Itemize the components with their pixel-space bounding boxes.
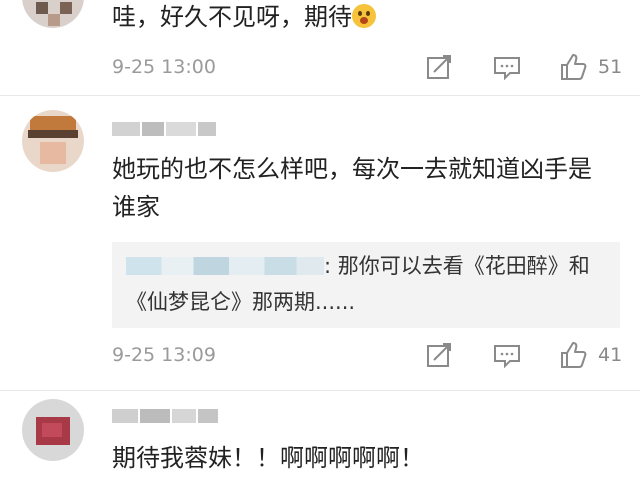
- comment-text: 期待我蓉妹！！啊啊啊啊啊！: [112, 444, 424, 472]
- username[interactable]: [112, 407, 218, 425]
- avatar[interactable]: [22, 399, 84, 461]
- reply-username[interactable]: [126, 257, 324, 275]
- reply-box[interactable]: : 那你可以去看《花田醉》和《仙梦昆仑》那两期......: [112, 242, 620, 328]
- comment-meta: 9-25 13:09 41: [112, 340, 622, 370]
- share-icon[interactable]: [424, 340, 454, 370]
- username[interactable]: [112, 120, 216, 138]
- scared-face-icon: [352, 4, 376, 28]
- thumbs-up-icon[interactable]: [558, 340, 588, 370]
- thumbs-up-icon[interactable]: [558, 52, 588, 82]
- comment-icon[interactable]: [492, 340, 522, 370]
- comment-item: 她玩的也不怎么样吧，每次一去就知道凶手是谁家 : 那你可以去看《花田醉》和《仙梦…: [0, 96, 640, 396]
- reply-text: : 那你可以去看《花田醉》和《仙梦昆仑》那两期......: [126, 254, 590, 314]
- comment-text: 她玩的也不怎么样吧，每次一去就知道凶手是谁家: [112, 155, 592, 221]
- avatar[interactable]: [22, 0, 84, 28]
- comment-item: 期待我蓉妹！！啊啊啊啊啊！: [0, 391, 640, 477]
- comment-time: 9-25 13:09: [112, 344, 216, 366]
- comment-item: 哇，好久不见呀，期待 9-25 13:00 51: [0, 0, 640, 96]
- avatar[interactable]: [22, 110, 84, 172]
- like-count: 41: [598, 344, 623, 366]
- share-icon[interactable]: [424, 52, 454, 82]
- comment-meta: 9-25 13:00 51: [112, 52, 622, 82]
- comment-time: 9-25 13:00: [112, 56, 216, 78]
- like-count: 51: [598, 56, 623, 78]
- comment-text: 哇，好久不见呀，期待: [112, 0, 612, 36]
- comment-icon[interactable]: [492, 52, 522, 82]
